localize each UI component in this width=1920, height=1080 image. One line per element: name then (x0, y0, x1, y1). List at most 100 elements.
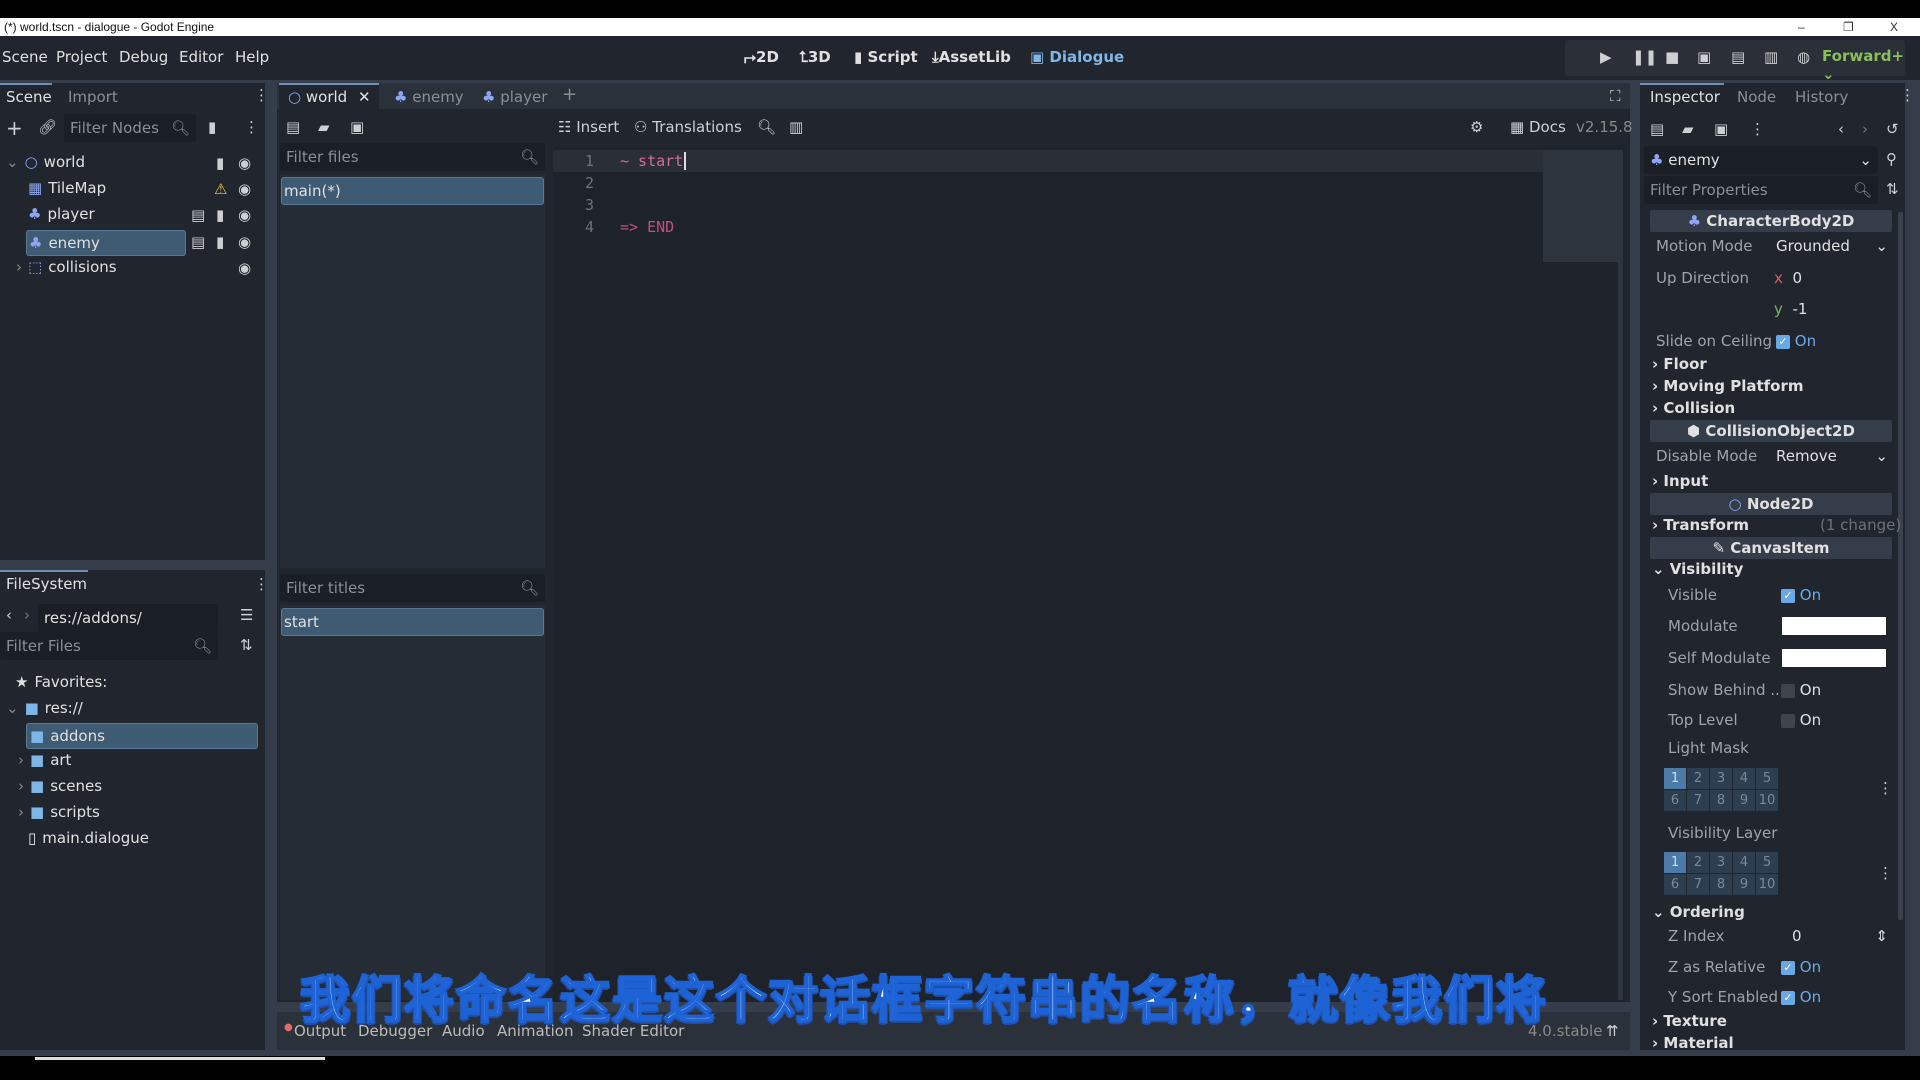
visibility-layers[interactable]: 1 2 3 4 5 6 7 8 9 10 (1664, 852, 1778, 895)
inspector-scrollbar[interactable] (1898, 212, 1903, 920)
sort-icon[interactable]: ⇅ (240, 636, 253, 654)
forward-icon[interactable]: › (24, 606, 30, 624)
main-screen-3d[interactable]: ⮤3D (799, 48, 831, 66)
tree-item-enemy[interactable]: ♣ enemy (26, 230, 186, 256)
z-as-relative-checkbox[interactable]: ✓ On (1781, 958, 1821, 976)
fs-item-scenes[interactable]: › ■ scenes (18, 777, 102, 795)
group-floor[interactable]: › Floor (1652, 355, 1707, 373)
more-icon[interactable]: ⋮ (1878, 864, 1893, 882)
layer-toggle[interactable]: 1 (1664, 768, 1686, 789)
insert-button[interactable]: ☷ Insert (558, 118, 619, 136)
translations-button[interactable]: ⚇ Translations (634, 118, 742, 136)
play-icon[interactable]: ▶ (1600, 48, 1612, 66)
layer-toggle[interactable]: 6 (1664, 790, 1686, 811)
visibility-eye-icon[interactable]: ◉ (238, 180, 251, 198)
movie-maker-icon[interactable]: ◍ (1797, 48, 1810, 66)
code-editor[interactable] (553, 147, 1625, 1002)
open-scene-icon[interactable]: ▤ (191, 233, 205, 251)
fs-item-addons[interactable]: ■ addons (26, 723, 258, 749)
main-screen-script[interactable]: ▮ Script (854, 48, 918, 66)
object-selector[interactable]: ♣ enemy ⌄ (1644, 146, 1878, 174)
save-icon[interactable]: ▣ (350, 118, 364, 136)
z-index-spinbox[interactable]: 0 ⇕ (1792, 927, 1888, 945)
layer-toggle[interactable]: 5 (1756, 852, 1778, 873)
history-back-icon[interactable]: ‹ (1838, 120, 1844, 138)
close-window-button[interactable]: X (1890, 18, 1898, 36)
more-icon[interactable]: ⋮ (244, 118, 259, 136)
remote-debug-icon[interactable]: ▣ (1697, 48, 1711, 66)
dock-menu-icon[interactable]: ⋮ (254, 575, 269, 593)
open-file-icon[interactable]: ▰ (318, 118, 330, 136)
fs-item-scripts[interactable]: › ■ scripts (18, 803, 100, 821)
menu-scene[interactable]: Scene (2, 48, 48, 66)
fs-item-main-dialogue[interactable]: ▯ main.dialogue (28, 829, 149, 847)
path-input[interactable]: res://addons/ (38, 604, 218, 632)
scene-tab-world[interactable]: ○ world ✕ (288, 88, 371, 106)
minimap[interactable] (1543, 150, 1623, 262)
test-dialogue-icon[interactable]: ▥ (789, 118, 803, 136)
visibility-eye-icon[interactable]: ◉ (238, 233, 251, 251)
search-icon[interactable]: 🔍︎ (757, 118, 776, 136)
disable-mode-select[interactable]: Remove ⌄ (1776, 447, 1888, 465)
more-icon[interactable]: ⋮ (1878, 779, 1893, 797)
main-screen-dialogue[interactable]: ▣ Dialogue (1030, 48, 1124, 66)
top-level-checkbox[interactable]: ✓ On (1781, 711, 1821, 729)
filter-files-input[interactable]: Filter files 🔍︎ (280, 143, 545, 171)
add-scene-tab-icon[interactable]: + (562, 84, 577, 105)
split-mode-icon[interactable]: ☰ (240, 606, 253, 624)
new-resource-icon[interactable]: ▤ (1650, 120, 1664, 138)
group-texture[interactable]: › Texture (1652, 1012, 1727, 1030)
dock-menu-icon[interactable]: ⋮ (254, 86, 269, 104)
slide-on-ceiling-checkbox[interactable]: ✓ On (1776, 332, 1816, 350)
minimize-button[interactable]: – (1798, 18, 1805, 36)
layer-toggle[interactable]: 4 (1733, 852, 1755, 873)
play-scene-icon[interactable]: ▤ (1731, 48, 1745, 66)
layer-toggle[interactable]: 1 (1664, 852, 1686, 873)
menu-help[interactable]: Help (235, 48, 269, 66)
tab-inspector[interactable]: Inspector (1650, 88, 1720, 106)
settings-icon[interactable]: ⚙ (1470, 118, 1483, 136)
favorites-item[interactable]: ★ Favorites: (15, 673, 107, 691)
menu-project[interactable]: Project (56, 48, 107, 66)
menu-editor[interactable]: Editor (179, 48, 223, 66)
play-custom-scene-icon[interactable]: ▥ (1764, 48, 1778, 66)
maximize-button[interactable]: ❐ (1843, 18, 1854, 36)
main-screen-2d[interactable]: ⮣2D (744, 48, 779, 66)
tab-history[interactable]: History (1795, 88, 1848, 106)
layer-toggle[interactable]: 4 (1733, 768, 1755, 789)
tab-filesystem[interactable]: FileSystem (6, 575, 87, 593)
y-sort-enabled-checkbox[interactable]: ✓ On (1781, 988, 1821, 1006)
pause-icon[interactable]: ❚❚ (1632, 48, 1657, 66)
save-resource-icon[interactable]: ▣ (1714, 120, 1728, 138)
group-input[interactable]: › Input (1652, 472, 1708, 490)
main-screen-assetlib[interactable]: ⤓AssetLib (932, 48, 1011, 66)
tab-scene[interactable]: Scene (6, 88, 52, 106)
menu-debug[interactable]: Debug (119, 48, 168, 66)
motion-mode-select[interactable]: Grounded ⌄ (1776, 237, 1888, 255)
expand-panel-icon[interactable]: ⇈ (1606, 1022, 1619, 1040)
file-item-main[interactable]: main(*) (281, 177, 544, 205)
scene-tab-player[interactable]: ♣ player (482, 88, 547, 106)
visibility-eye-icon[interactable]: ◉ (238, 154, 251, 172)
filter-files-input[interactable]: Filter Files 🔍︎ (0, 632, 218, 660)
script-icon[interactable]: ▮ (216, 233, 224, 251)
dock-menu-icon[interactable]: ⋮ (1900, 86, 1915, 104)
layer-toggle[interactable]: 10 (1756, 874, 1778, 895)
attach-script-icon[interactable]: ▮ (208, 118, 216, 136)
tree-item-player[interactable]: ♣ player (28, 205, 95, 223)
script-icon[interactable]: ▮ (216, 206, 224, 224)
group-transform[interactable]: › Transform (1652, 516, 1749, 534)
scene-tab-enemy[interactable]: ♣ enemy (394, 88, 464, 106)
group-material[interactable]: › Material (1652, 1034, 1734, 1048)
light-mask-layers[interactable]: 1 2 3 4 5 6 7 8 9 10 (1664, 768, 1778, 811)
open-scene-icon[interactable]: ▤ (191, 206, 205, 224)
more-icon[interactable]: ⋮ (1750, 120, 1765, 138)
visibility-eye-icon[interactable]: ◉ (238, 206, 251, 224)
layer-toggle[interactable]: 2 (1687, 852, 1709, 873)
layer-toggle[interactable]: 10 (1756, 790, 1778, 811)
layer-toggle[interactable]: 3 (1710, 768, 1732, 789)
group-moving-platform[interactable]: › Moving Platform (1652, 377, 1803, 395)
history-forward-icon[interactable]: › (1862, 120, 1868, 138)
video-progress-bar[interactable] (35, 1057, 325, 1060)
show-behind-parent-checkbox[interactable]: ✓ On (1781, 681, 1821, 699)
